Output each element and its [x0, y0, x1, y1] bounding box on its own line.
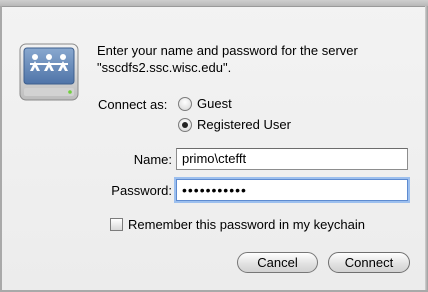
- remember-password-label: Remember this password in my keychain: [128, 217, 365, 232]
- name-label: Name:: [133, 152, 172, 167]
- radio-guest[interactable]: Guest: [178, 96, 232, 111]
- radio-button-registered-user[interactable]: [178, 117, 192, 132]
- radio-button-guest[interactable]: [178, 96, 192, 111]
- password-label: Password:: [111, 183, 172, 198]
- server-prompt: Enter your name and password for the ser…: [97, 42, 417, 76]
- login-dialog: Enter your name and password for the ser…: [0, 0, 428, 292]
- network-server-icon: [19, 43, 79, 101]
- remember-password-row[interactable]: Remember this password in my keychain: [110, 217, 365, 232]
- cancel-button[interactable]: Cancel: [237, 252, 318, 273]
- password-field[interactable]: •••••••••••: [176, 179, 408, 201]
- radio-registered-user[interactable]: Registered User: [178, 117, 291, 132]
- radio-guest-label: Guest: [197, 96, 232, 111]
- window-frame: [0, 6, 2, 292]
- radio-registered-user-label: Registered User: [197, 117, 291, 132]
- prompt-line-1: Enter your name and password for the ser…: [97, 43, 358, 58]
- name-field[interactable]: primo\ctefft: [176, 148, 408, 170]
- connect-button[interactable]: Connect: [328, 252, 410, 273]
- server-name: "sscdfs2.ssc.wisc.edu".: [97, 60, 232, 75]
- remember-password-checkbox[interactable]: [110, 218, 123, 231]
- title-bar: [0, 0, 428, 7]
- connect-as-label: Connect as:: [98, 97, 168, 112]
